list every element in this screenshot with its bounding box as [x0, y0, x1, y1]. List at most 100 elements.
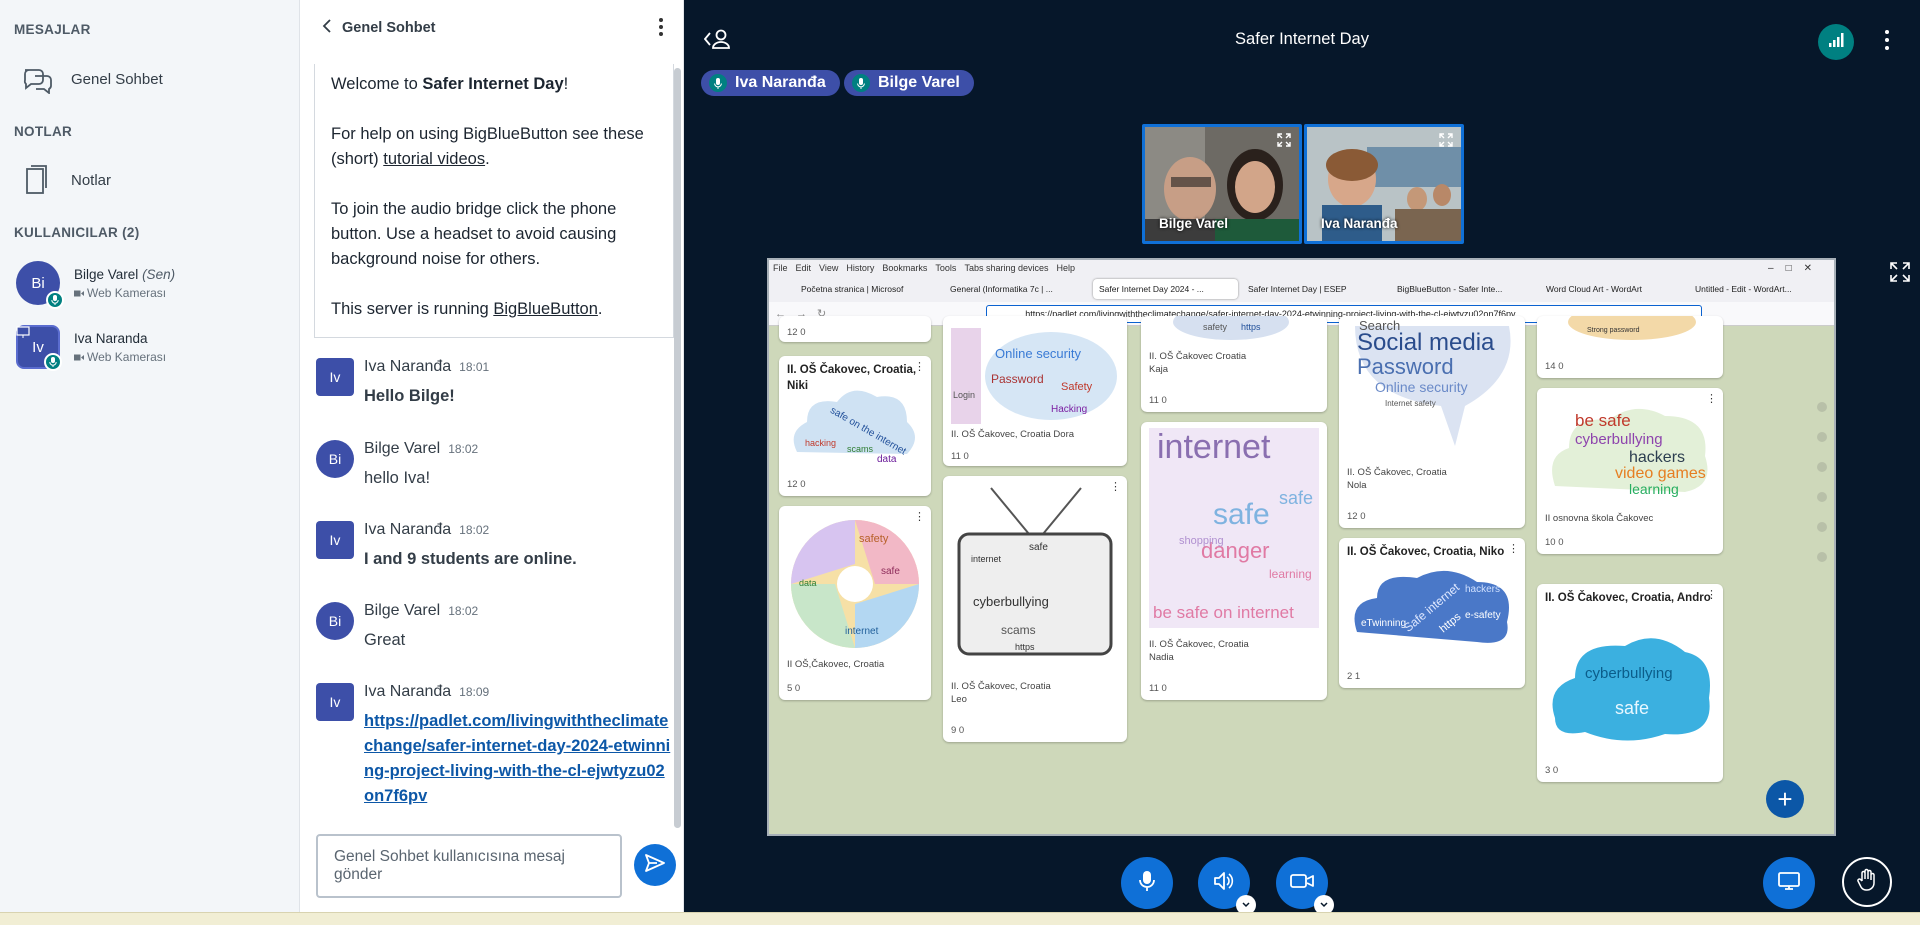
toolbar-dot-icon[interactable] — [1817, 402, 1827, 412]
word-cloud-word: hackers — [1629, 449, 1685, 466]
public-chat-item[interactable]: Genel Sohbet — [0, 56, 300, 102]
message-input[interactable]: Genel Sohbet kullanıcısına mesaj gönder — [316, 834, 622, 898]
sender-name: Bilge Varel — [364, 602, 441, 619]
message-text: Hello Bilge! — [364, 387, 455, 405]
word-cloud-word: safety — [859, 533, 889, 545]
menu-item[interactable]: Tools — [935, 263, 956, 273]
user-list-panel: MESAJLAR Genel Sohbet NOTLAR Notlar KULL… — [0, 0, 300, 925]
menu-item[interactable]: Help — [1056, 263, 1075, 273]
user-row-bilge[interactable]: Bi Bilge Varel (Sen) Web Kamerası — [0, 254, 300, 312]
card-subtitle: II osnovna škola Čakovec — [1545, 513, 1654, 524]
mute-button[interactable] — [1121, 857, 1173, 909]
menu-item[interactable]: View — [819, 263, 838, 273]
fullscreen-icon[interactable] — [1277, 133, 1291, 152]
padlet-card[interactable]: ⋮ safety safe internet data II OŠ,Čakovec, … — [779, 506, 931, 700]
word-cloud-image: eTwinningSafe internethttpshackerse-safe… — [1354, 570, 1509, 643]
card-stats: 11 0 — [951, 451, 969, 462]
toolbar-dot-icon[interactable] — [1817, 462, 1827, 472]
options-menu-icon[interactable] — [1885, 30, 1889, 50]
word-cloud-word: shopping — [1179, 535, 1224, 547]
chat-header: Genel Sohbet — [300, 0, 683, 56]
padlet-card[interactable]: II. OŠ Čakovec, Croatia, Niko ⋮ eTwinning… — [1339, 538, 1525, 688]
screenshare-fullscreen-icon[interactable] — [1890, 262, 1910, 287]
browser-tab[interactable]: Početna stranica | Microsof — [795, 279, 940, 299]
webcam-tile-iva[interactable]: Iva Naranđa — [1304, 124, 1464, 244]
word-cloud-word: Online security — [1375, 379, 1468, 395]
camera-icon — [74, 286, 84, 300]
word-cloud-word: Social media — [1357, 329, 1495, 356]
screenshare-button[interactable] — [1763, 857, 1815, 909]
server-text: . — [597, 300, 603, 318]
word-cloud-word: scams — [847, 444, 874, 454]
browser-tab-active[interactable]: Safer Internet Day 2024 - ... — [1093, 279, 1238, 299]
camera-button[interactable] — [1276, 857, 1334, 915]
padlet-board: 12 0 II. OŠ Čakovec, Croatia, Niki ⋮ safe… — [769, 316, 1834, 834]
menu-item[interactable]: File — [773, 263, 788, 273]
menu-item[interactable]: Edit — [796, 263, 812, 273]
padlet-card[interactable]: ⋮ safe internet cyberbullying scams https II… — [943, 476, 1127, 742]
menu-item[interactable]: Bookmarks — [882, 263, 927, 273]
avatar: Bi — [16, 261, 64, 309]
toolbar-dot-icon[interactable] — [1817, 492, 1827, 502]
window-controls-icon[interactable]: –□✕ — [1768, 263, 1824, 274]
audio-button[interactable] — [1198, 857, 1256, 915]
padlet-card[interactable]: ⋮ internetsafedangerlearningsafebe safe … — [1141, 422, 1327, 700]
chat-message: Bi Bilge Varel 18:02 hello Iva! — [316, 440, 676, 491]
card-stats: 12 0 — [1347, 511, 1366, 522]
toolbar-dot-icon[interactable] — [1817, 522, 1827, 532]
card-stats: 12 0 — [787, 479, 806, 490]
user-row-iva[interactable]: Iv Iva Naranda Web Kamerası — [0, 318, 300, 376]
word-cloud-image: Strong password — [1568, 316, 1696, 340]
word-cloud-word: e-safety — [1465, 610, 1501, 621]
browser-tab[interactable]: General (Informatika 7c | ... — [944, 279, 1089, 299]
card-menu-icon[interactable]: ⋮ — [914, 360, 925, 373]
card-menu-icon[interactable]: ⋮ — [1508, 542, 1519, 555]
padlet-card[interactable]: Strong password 14 0 — [1537, 316, 1723, 378]
padlet-add-post-button[interactable]: + — [1766, 780, 1804, 818]
chat-bubbles-icon — [20, 62, 54, 96]
menu-item[interactable]: Tabs sharing devices — [964, 263, 1048, 273]
send-button[interactable] — [634, 844, 676, 886]
avatar: Bi — [316, 440, 354, 478]
message-text: Great — [364, 631, 406, 649]
toolbar-dot-icon[interactable] — [1817, 552, 1827, 562]
notes-item[interactable]: Notlar — [0, 157, 300, 203]
tutorial-videos-link[interactable]: tutorial videos — [383, 150, 485, 168]
word-cloud-image: safe internet cyberbullying scams https — [957, 487, 1113, 656]
raise-hand-button[interactable] — [1842, 857, 1892, 907]
browser-tab[interactable]: Word Cloud Art - WordArt — [1540, 279, 1685, 299]
padlet-card[interactable]: Online security Password Safety Login Hackin… — [943, 316, 1127, 466]
avatar: Iv — [316, 683, 354, 721]
chevron-left-icon[interactable] — [322, 18, 332, 38]
padlet-card[interactable]: safety https II. OŠ Čakovec Croatia Kaja … — [1141, 316, 1327, 412]
card-menu-icon[interactable]: ⋮ — [1706, 588, 1717, 601]
avatar-initials: Iv — [32, 338, 44, 356]
bigbluebutton-link[interactable]: BigBlueButton — [493, 300, 598, 318]
connection-status-button[interactable] — [1818, 24, 1854, 60]
padlet-card[interactable]: 12 0 — [779, 316, 931, 342]
card-subtitle: II. OŠ Čakovec, Croatia Leo — [951, 681, 1051, 705]
padlet-card[interactable]: II. OŠ Čakovec, Croatia, Andro ⋮ cyberbul… — [1537, 584, 1723, 782]
padlet-card[interactable]: ⋮ be safe cyberbullying hackers video games… — [1537, 388, 1723, 554]
card-subtitle: II. OŠ Čakovec, Croatia Dora — [951, 429, 1075, 440]
padlet-card[interactable]: II. OŠ Čakovec, Croatia, Niki ⋮ safe on t… — [779, 356, 931, 496]
browser-tab[interactable]: BigBlueButton - Safer Inte... — [1391, 279, 1536, 299]
word-cloud-word: Strong password — [1587, 327, 1640, 334]
browser-tab[interactable]: Safer Internet Day | ESEP — [1242, 279, 1387, 299]
talking-indicator: Iva Naranđa — [701, 70, 840, 96]
padlet-card[interactable]: Search Social media Password Online securit… — [1339, 316, 1525, 528]
menu-item[interactable]: History — [846, 263, 874, 273]
webcam-tile-bilge[interactable]: Bilge Varel — [1142, 124, 1302, 244]
card-stats: 9 0 — [951, 725, 965, 736]
browser-tab[interactable]: Untitled - Edit - WordArt... — [1689, 279, 1834, 299]
chat-options-icon[interactable] — [659, 18, 663, 36]
padlet-link[interactable]: https://padlet.com/livingwiththeclimatec… — [364, 709, 674, 809]
fullscreen-icon[interactable] — [1439, 133, 1453, 152]
you-label: (Sen) — [142, 266, 176, 282]
word-cloud-word: internet — [1157, 428, 1271, 466]
server-text: This server is running — [331, 300, 494, 318]
toggle-userlist-icon[interactable] — [703, 28, 732, 55]
meeting-name: Safer Internet Day — [422, 75, 564, 93]
card-stats: 14 0 — [1545, 361, 1564, 372]
toolbar-dot-icon[interactable] — [1817, 432, 1827, 442]
